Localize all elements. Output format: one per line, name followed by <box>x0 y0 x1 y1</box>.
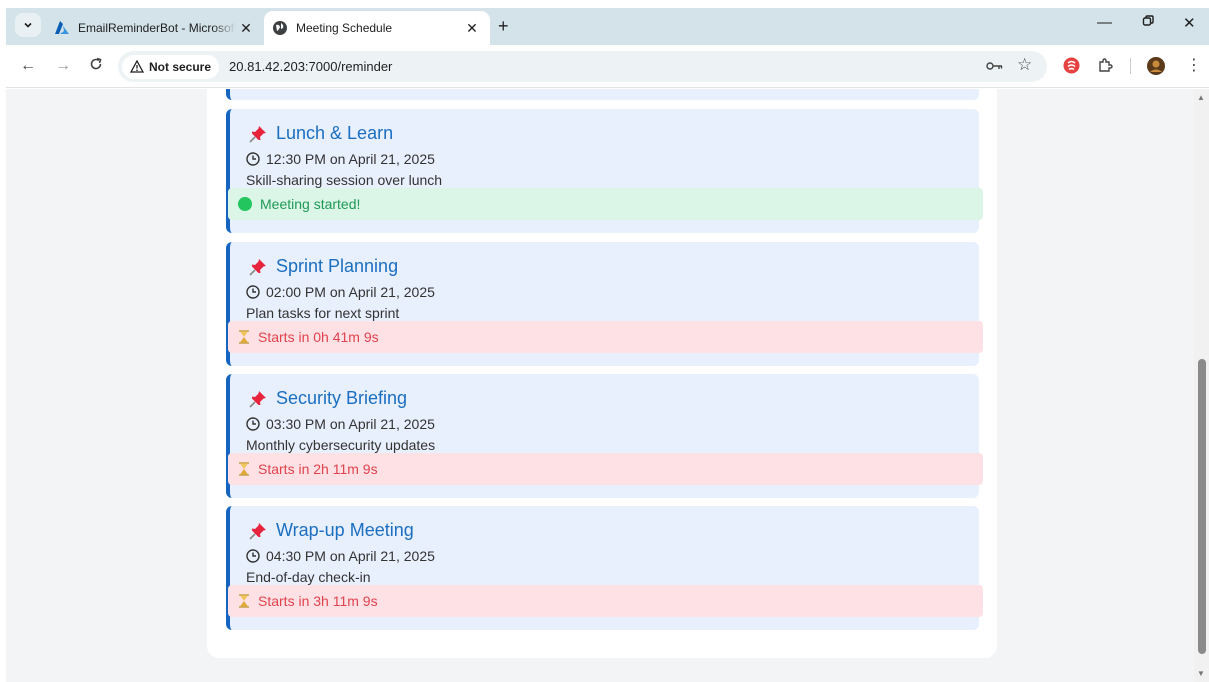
avatar[interactable] <box>1147 57 1165 80</box>
close-icon[interactable]: ✕ <box>462 20 482 37</box>
azure-icon <box>55 21 69 34</box>
status-text: Starts in 2h 11m 9s <box>258 461 378 477</box>
back-button[interactable]: ← <box>20 57 36 75</box>
reload-icon <box>90 57 102 70</box>
toolbar-divider <box>1130 58 1131 74</box>
chevron-down-icon <box>24 22 32 28</box>
meeting-card: Security Briefing 03:30 PM on April 21, … <box>226 374 983 498</box>
password-key-icon[interactable] <box>986 58 1003 75</box>
clock-icon <box>246 152 260 166</box>
meeting-title: Security Briefing <box>276 388 408 408</box>
tab-meeting-schedule[interactable]: Meeting Schedule ✕ <box>264 11 490 45</box>
status-banner: Starts in 3h 11m 9s <box>228 585 983 617</box>
meeting-description: Skill-sharing session over lunch <box>246 172 443 188</box>
status-text: Starts in 3h 11m 9s <box>258 593 378 609</box>
forward-button[interactable]: → <box>55 57 71 75</box>
pushpin-icon <box>249 125 266 143</box>
meeting-time: 02:00 PM on April 21, 2025 <box>266 284 435 300</box>
close-icon[interactable]: ✕ <box>236 20 256 37</box>
scroll-thumb[interactable] <box>1198 359 1206 654</box>
close-window-button[interactable]: ✕ <box>1183 14 1196 32</box>
address-bar[interactable]: Not secure 20.81.42.203:7000/reminder <box>118 51 1047 82</box>
pushpin-icon <box>249 390 266 408</box>
pushpin-icon <box>249 258 266 276</box>
clock-icon <box>246 549 260 563</box>
tab-emailreminderbot[interactable]: EmailReminderBot - Microsoft / ✕ <box>46 12 264 44</box>
meeting-time: 04:30 PM on April 21, 2025 <box>266 548 435 564</box>
warning-icon <box>130 60 144 73</box>
meeting-time: 12:30 PM on April 21, 2025 <box>266 151 435 167</box>
page-viewport: Lunch & Learn 12:30 PM on April 21, 2025… <box>6 89 1194 682</box>
scroll-up-arrow-icon[interactable]: ▲ <box>1197 93 1205 102</box>
hourglass-icon <box>239 330 249 344</box>
scroll-down-arrow-icon[interactable]: ▼ <box>1197 669 1205 678</box>
reload-button[interactable] <box>89 57 103 76</box>
tab-title: EmailReminderBot - Microsoft / <box>78 21 236 35</box>
puzzle-icon[interactable] <box>1097 57 1114 79</box>
green-circle-icon <box>238 197 252 211</box>
tab-search-button[interactable] <box>15 13 41 37</box>
new-tab-button[interactable]: + <box>498 16 509 37</box>
meeting-title: Sprint Planning <box>276 256 399 276</box>
clock-icon <box>246 417 260 431</box>
hourglass-icon <box>239 462 249 476</box>
meeting-description: Monthly cybersecurity updates <box>246 437 436 453</box>
pushpin-icon <box>249 522 266 540</box>
tab-title: Meeting Schedule <box>296 21 393 35</box>
extension-icon[interactable] <box>1063 57 1080 79</box>
restore-button[interactable] <box>1142 14 1154 31</box>
status-text: Starts in 0h 41m 9s <box>258 329 379 345</box>
meeting-time: 03:30 PM on April 21, 2025 <box>266 416 435 432</box>
more-menu-icon[interactable]: ⋮ <box>1186 55 1202 75</box>
status-banner: Starts in 0h 41m 9s <box>228 321 983 353</box>
status-banner: Meeting started! <box>228 188 983 220</box>
meeting-title: Lunch & Learn <box>276 123 394 143</box>
hourglass-icon <box>239 594 249 608</box>
meeting-card: Sprint Planning 02:00 PM on April 21, 20… <box>226 242 983 366</box>
vertical-scrollbar[interactable]: ▲ ▼ <box>1194 89 1209 682</box>
url-text[interactable]: 20.81.42.203:7000/reminder <box>229 59 392 74</box>
meeting-description: Plan tasks for next sprint <box>246 305 400 321</box>
restore-icon <box>1142 15 1154 26</box>
meeting-card: Wrap-up Meeting 04:30 PM on April 21, 20… <box>226 506 983 630</box>
schedule-container: Lunch & Learn 12:30 PM on April 21, 2025… <box>207 89 997 658</box>
clock-icon <box>246 285 260 299</box>
security-label: Not secure <box>149 59 212 74</box>
status-banner: Starts in 2h 11m 9s <box>228 453 983 485</box>
meeting-title: Wrap-up Meeting <box>276 520 414 540</box>
minimize-button[interactable]: — <box>1097 14 1112 31</box>
bookmark-star-icon[interactable]: ☆ <box>1017 55 1032 75</box>
meeting-card: Lunch & Learn 12:30 PM on April 21, 2025… <box>226 109 983 233</box>
globe-icon <box>273 21 287 35</box>
security-chip[interactable]: Not secure <box>122 54 220 79</box>
meeting-card-previous <box>226 89 979 100</box>
meeting-description: End-of-day check-in <box>246 569 371 585</box>
status-text: Meeting started! <box>260 196 361 212</box>
